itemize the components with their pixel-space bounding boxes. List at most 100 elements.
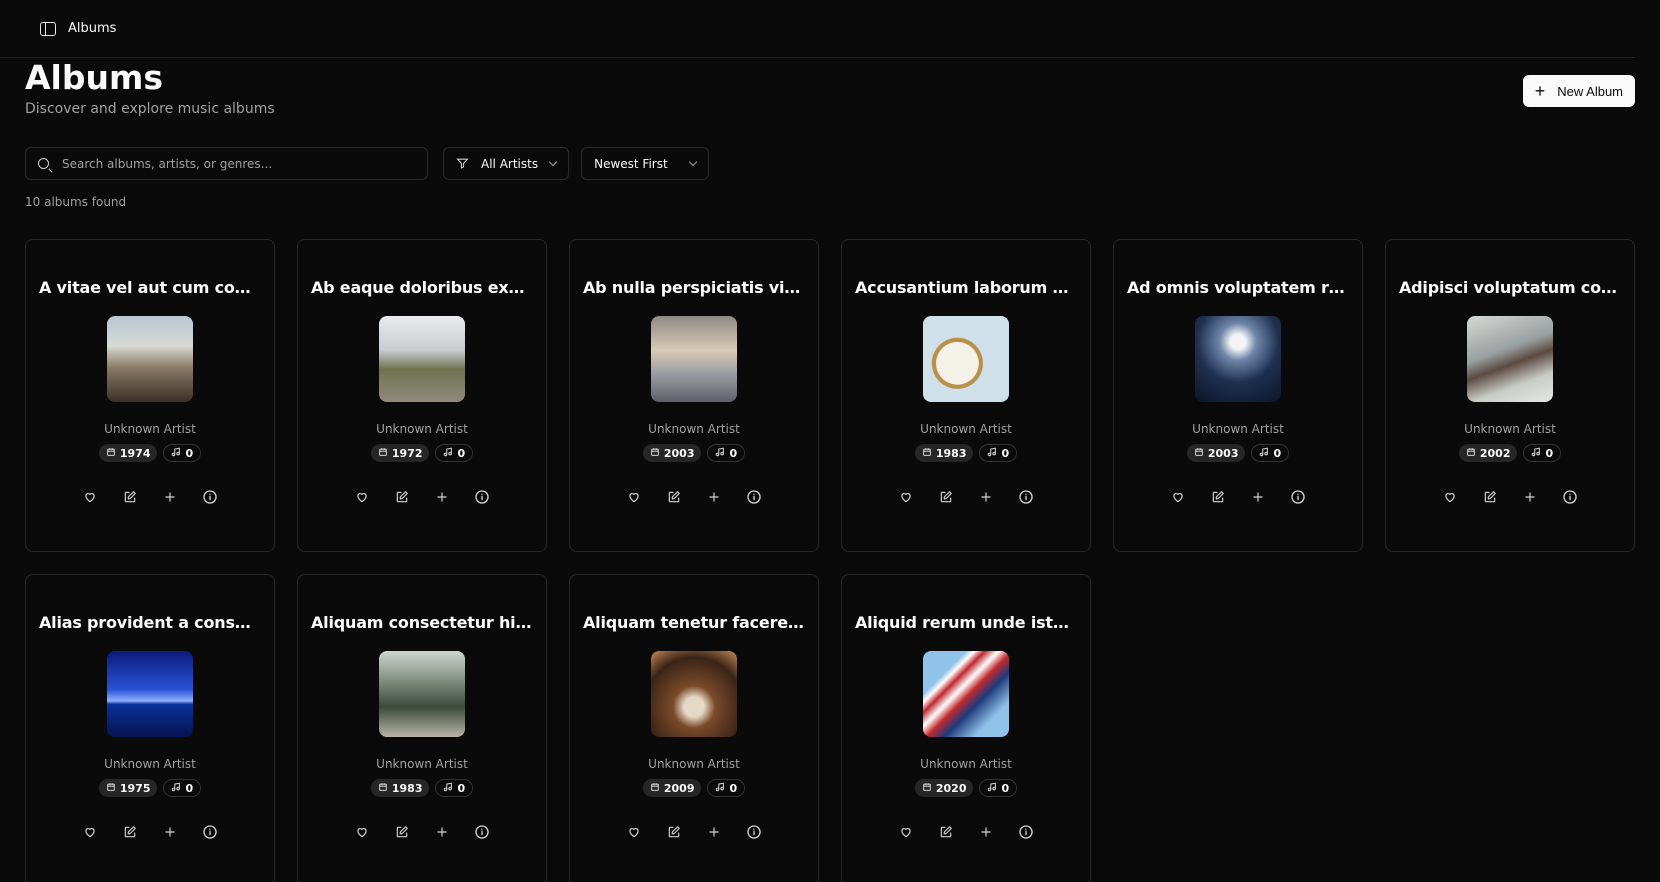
album-card[interactable]: Alias provident a consectetur. Unknown A… [25,574,275,882]
album-card[interactable]: Aliquid rerum unde iste sint. Unknown Ar… [841,574,1091,882]
music-note-icon [987,447,997,460]
album-card[interactable]: Ad omnis voluptatem ratione. Unknown Art… [1113,239,1363,552]
tracks-badge: 0 [435,444,474,462]
album-card[interactable]: Aliquam tenetur facere consequatur. Unkn… [569,574,819,882]
info-icon[interactable] [472,822,492,842]
album-card[interactable]: Ab nulla perspiciatis vitae quia. Unknow… [569,239,819,552]
add-icon[interactable] [160,822,180,842]
album-title[interactable]: Accusantium laborum aut omnis. [855,278,1077,297]
info-icon[interactable] [1016,822,1036,842]
music-note-icon [443,447,453,460]
album-track-count: 0 [1273,446,1282,460]
edit-icon[interactable] [1480,487,1500,507]
info-icon[interactable] [1560,487,1580,507]
artist-filter-select[interactable]: All Artists [443,147,570,180]
album-meta: 1983 0 [370,779,474,797]
new-album-button[interactable]: + New Album [1522,75,1635,107]
album-track-count: 0 [1545,446,1554,460]
add-icon[interactable] [1520,487,1540,507]
search-input[interactable] [62,156,392,171]
album-artist: Unknown Artist [104,757,196,771]
album-title[interactable]: Ab eaque doloribus explicabo. [311,278,533,297]
add-icon[interactable] [704,822,724,842]
album-title[interactable]: A vitae vel aut cum consequuntur. [39,278,261,297]
album-title[interactable]: Ab nulla perspiciatis vitae quia. [583,278,805,297]
album-artist: Unknown Artist [1192,422,1284,436]
info-icon[interactable] [472,487,492,507]
heart-icon[interactable] [624,487,644,507]
info-icon[interactable] [200,822,220,842]
album-title[interactable]: Ad omnis voluptatem ratione. [1127,278,1349,297]
album-cover[interactable] [651,316,737,402]
edit-icon[interactable] [936,822,956,842]
sort-value: Newest First [594,156,668,171]
album-card[interactable]: Adipisci voluptatum consequatur. Unknown… [1385,239,1635,552]
add-icon[interactable] [160,487,180,507]
album-cover[interactable] [1467,316,1553,402]
edit-icon[interactable] [392,822,412,842]
album-cover[interactable] [379,316,465,402]
chevron-down-icon [688,157,697,166]
album-card[interactable]: Ab eaque doloribus explicabo. Unknown Ar… [297,239,547,552]
album-cover[interactable] [923,651,1009,737]
album-title[interactable]: Aliquam consectetur hic dolor. [311,613,533,632]
album-card[interactable]: Aliquam consectetur hic dolor. Unknown A… [297,574,547,882]
artist-filter-value: All Artists [481,156,539,171]
album-artist: Unknown Artist [1464,422,1556,436]
tracks-badge: 0 [163,779,202,797]
breadcrumb[interactable]: Albums [68,21,116,36]
edit-icon[interactable] [120,822,140,842]
heart-icon[interactable] [624,822,644,842]
info-icon[interactable] [1016,487,1036,507]
edit-icon[interactable] [1208,487,1228,507]
year-badge: 2002 [1458,444,1518,462]
album-cover[interactable] [1195,316,1281,402]
edit-icon[interactable] [936,487,956,507]
add-icon[interactable] [976,822,996,842]
heart-icon[interactable] [80,487,100,507]
edit-icon[interactable] [392,487,412,507]
search-box[interactable] [25,147,428,180]
album-artist: Unknown Artist [376,757,468,771]
album-title[interactable]: Adipisci voluptatum consequatur. [1399,278,1621,297]
info-icon[interactable] [744,822,764,842]
album-cover[interactable] [107,316,193,402]
heart-icon[interactable] [896,822,916,842]
album-cover[interactable] [923,316,1009,402]
add-icon[interactable] [432,822,452,842]
heart-icon[interactable] [896,487,916,507]
edit-icon[interactable] [664,487,684,507]
year-badge: 2009 [642,779,702,797]
info-icon[interactable] [1288,487,1308,507]
album-meta: 2002 0 [1458,444,1562,462]
album-card[interactable]: A vitae vel aut cum consequuntur. Unknow… [25,239,275,552]
add-icon[interactable] [432,487,452,507]
add-icon[interactable] [976,487,996,507]
sort-select[interactable]: Newest First [581,147,709,180]
album-title[interactable]: Aliquam tenetur facere consequatur. [583,613,805,632]
heart-icon[interactable] [1168,487,1188,507]
album-year: 1983 [391,781,423,795]
heart-icon[interactable] [352,822,372,842]
album-title[interactable]: Aliquid rerum unde iste sint. [855,613,1077,632]
info-icon[interactable] [200,487,220,507]
album-artist: Unknown Artist [648,422,740,436]
album-track-count: 0 [185,781,194,795]
sidebar-toggle-icon[interactable] [40,21,56,36]
add-icon[interactable] [704,487,724,507]
info-icon[interactable] [744,487,764,507]
tracks-badge: 0 [979,779,1018,797]
album-cover[interactable] [107,651,193,737]
album-meta: 1972 0 [370,444,474,462]
add-icon[interactable] [1248,487,1268,507]
album-cover[interactable] [379,651,465,737]
edit-icon[interactable] [120,487,140,507]
heart-icon[interactable] [1440,487,1460,507]
album-card[interactable]: Accusantium laborum aut omnis. Unknown A… [841,239,1091,552]
album-title[interactable]: Alias provident a consectetur. [39,613,261,632]
heart-icon[interactable] [80,822,100,842]
heart-icon[interactable] [352,487,372,507]
edit-icon[interactable] [664,822,684,842]
album-cover[interactable] [651,651,737,737]
year-badge: 2020 [914,779,974,797]
